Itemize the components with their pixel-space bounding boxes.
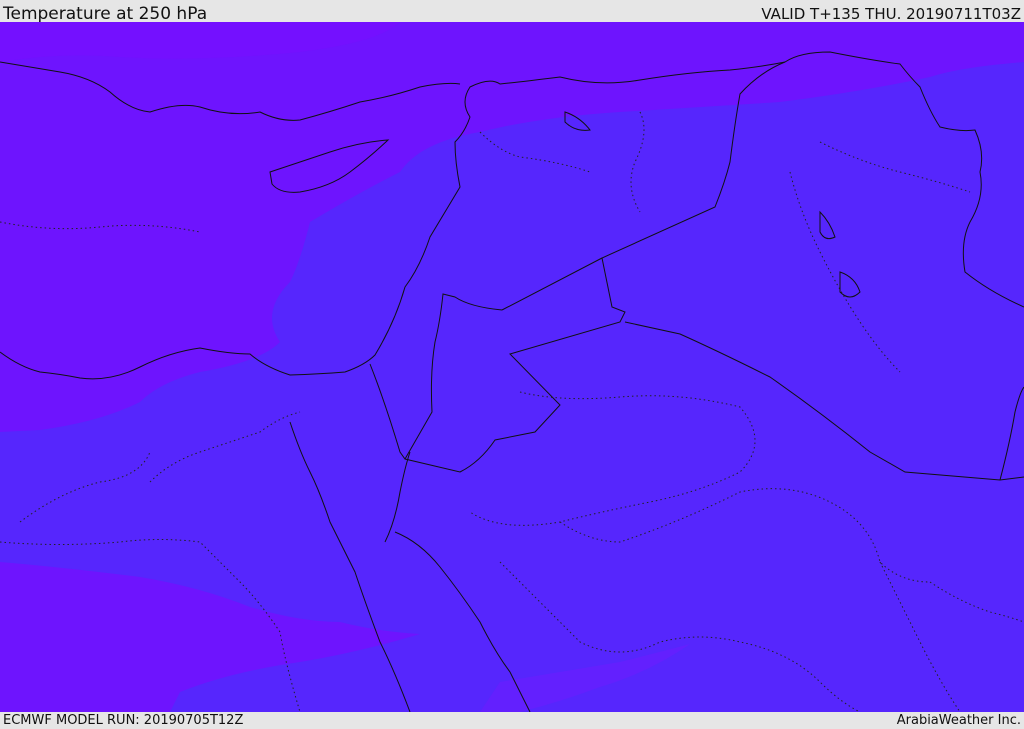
map-title: Temperature at 250 hPa bbox=[3, 4, 208, 24]
map-canvas bbox=[0, 22, 1024, 712]
footer-bar: ECMWF MODEL RUN: 20190705T12Z ArabiaWeat… bbox=[0, 712, 1024, 729]
weather-map[interactable] bbox=[0, 22, 1024, 712]
header-bar: Temperature at 250 hPa VALID T+135 THU. … bbox=[0, 0, 1024, 24]
model-run-label: ECMWF MODEL RUN: 20190705T12Z bbox=[3, 713, 244, 728]
valid-time: VALID T+135 THU. 20190711T03Z bbox=[761, 5, 1021, 23]
credit-label: ArabiaWeather Inc. bbox=[896, 713, 1021, 728]
